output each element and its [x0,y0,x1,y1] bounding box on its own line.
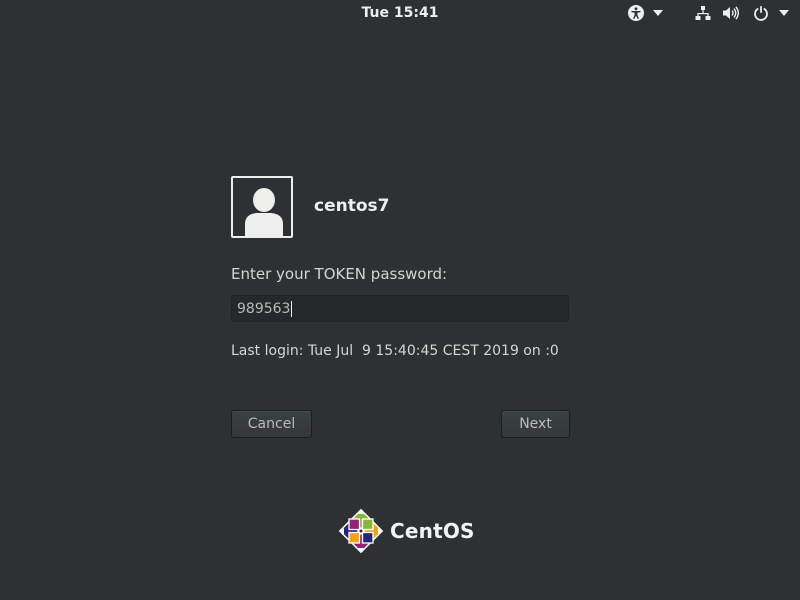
login-screen: Tue 15:41 centos7 Enter your TOKEN passw… [0,0,800,600]
password-field[interactable]: 989563 [231,295,569,322]
volume-icon[interactable] [722,4,740,22]
avatar [231,176,293,238]
top-bar: Tue 15:41 [0,0,800,26]
logo-text: CentOS [390,519,475,543]
text-cursor [291,300,293,317]
next-button[interactable]: Next [501,410,570,438]
cancel-button[interactable]: Cancel [231,410,312,438]
chevron-down-icon[interactable] [652,4,664,22]
accessibility-icon[interactable] [627,4,645,22]
clock[interactable]: Tue 15:41 [0,0,800,26]
user-avatar-icon [245,188,283,236]
username-label: centos7 [314,196,390,216]
password-field-value: 989563 [237,300,291,317]
last-login-message: Last login: Tue Jul 9 15:40:45 CEST 2019… [231,343,559,359]
password-prompt: Enter your TOKEN password: [231,265,448,283]
centos-logo-icon [338,508,384,554]
network-icon[interactable] [694,4,712,22]
chevron-down-icon[interactable] [778,4,790,22]
power-icon[interactable] [752,4,770,22]
centos-logo: CentOS [338,508,474,554]
